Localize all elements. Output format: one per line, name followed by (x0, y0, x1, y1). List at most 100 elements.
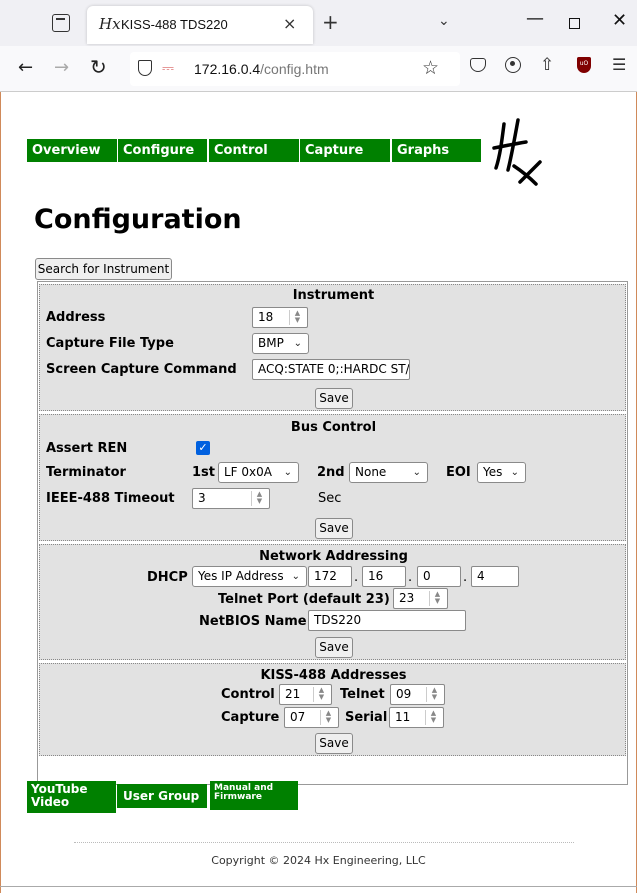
save-kiss-button[interactable]: Save (315, 733, 353, 754)
chevron-down-icon: ⌄ (412, 467, 421, 478)
ip-octet-1-input[interactable]: 172 (308, 566, 352, 587)
first-terminator-select[interactable]: LF 0x0A ⌄ (218, 462, 299, 483)
eoi-label: EOI (446, 465, 471, 480)
timeout-label: IEEE-488 Timeout (46, 491, 175, 506)
capture-file-type-select[interactable]: BMP ⌄ (252, 333, 309, 354)
nav-graphs[interactable]: Graphs (392, 139, 481, 162)
timeout-input[interactable]: 3 ▲ ▼ (192, 488, 270, 509)
telnet-address-input[interactable]: 09 ▲ ▼ (390, 684, 445, 705)
netbios-label: NetBIOS Name (199, 614, 307, 629)
timeout-unit: Sec (318, 491, 342, 506)
telnet-port-input[interactable]: 23 ▲ ▼ (393, 588, 448, 609)
bottom-border (0, 886, 637, 887)
control-address-label: Control (221, 687, 275, 702)
close-icon[interactable]: ✕ (612, 10, 627, 31)
spinner-icon[interactable]: ▲ ▼ (313, 687, 329, 702)
save-network-button[interactable]: Save (315, 637, 353, 658)
spinner-icon[interactable]: ▲ ▼ (429, 591, 445, 606)
address-input[interactable]: 18 ▲ ▼ (252, 307, 308, 328)
ip-dot: . (354, 570, 359, 585)
new-tab-icon[interactable]: + (322, 10, 339, 34)
ublock-icon[interactable]: uO (577, 57, 591, 73)
second-terminator-select[interactable]: None ⌄ (349, 462, 428, 483)
capture-address-input[interactable]: 07 ▲ ▼ (284, 707, 339, 728)
search-instrument-button[interactable]: Search for Instrument (35, 258, 172, 280)
manual-firmware-link[interactable]: Manual and Firmware (210, 781, 298, 810)
ip-octet-4-input[interactable]: 4 (471, 566, 519, 587)
insecure-lock-icon[interactable]: ⎓ (162, 59, 174, 77)
telnet-port-label: Telnet Port (default 23) (218, 592, 390, 607)
save-bus-button[interactable]: Save (315, 518, 353, 539)
kiss-title: KISS-488 Addresses (260, 668, 407, 683)
tab-title: KISS-488 TDS220 (121, 17, 228, 32)
spinner-icon[interactable]: ▲ ▼ (251, 491, 267, 506)
dhcp-select[interactable]: Yes IP Address ⌄ (192, 566, 307, 587)
account-icon[interactable] (505, 57, 521, 73)
chevron-down-icon[interactable]: ⌄ (438, 13, 450, 29)
terminator-label: Terminator (46, 465, 126, 480)
network-title: Network Addressing (259, 549, 408, 564)
ip-octet-3-input[interactable]: 0 (417, 566, 461, 587)
netbios-name-input[interactable]: TDS220 (308, 610, 466, 631)
url-text[interactable]: 172.16.0.4/config.htm (194, 61, 329, 77)
minimize-icon[interactable]: — (526, 8, 544, 29)
user-group-link[interactable]: User Group (117, 784, 207, 808)
copyright-text: Copyright © 2024 Hx Engineering, LLC (211, 854, 426, 867)
kiss-section: KISS-488 Addresses Control 21 ▲ ▼ Telnet 0… (39, 663, 626, 756)
chevron-down-icon: ⌄ (293, 338, 302, 349)
screen-capture-command-label: Screen Capture Command (46, 362, 237, 377)
extensions-icon[interactable]: ⇧ (540, 55, 554, 75)
bus-control-section: Bus Control Assert REN ✓ Terminator 1st … (39, 414, 626, 541)
first-terminator-label: 1st (192, 465, 215, 480)
instrument-title: Instrument (292, 288, 375, 303)
shield-icon[interactable] (138, 60, 152, 76)
hx-logo (492, 118, 542, 186)
network-section: Network Addressing DHCP Yes IP Address ⌄ … (39, 544, 626, 660)
telnet-address-label: Telnet (340, 687, 385, 702)
dhcp-label: DHCP (147, 570, 188, 585)
menu-icon[interactable]: ☰ (612, 55, 626, 74)
assert-ren-label: Assert REN (46, 441, 128, 456)
save-instrument-button[interactable]: Save (315, 388, 353, 409)
page-title: Configuration (34, 204, 242, 235)
star-icon[interactable]: ☆ (422, 57, 439, 79)
capture-address-label: Capture (221, 710, 280, 725)
address-bar[interactable]: ⎓ 172.16.0.4/config.htm ☆ (130, 52, 460, 86)
second-terminator-label: 2nd (317, 465, 345, 480)
footer-divider (74, 842, 574, 843)
capture-file-type-label: Capture File Type (46, 336, 174, 351)
maximize-icon[interactable] (569, 18, 580, 29)
tab-list-icon[interactable] (52, 14, 70, 32)
ip-dot: . (408, 570, 413, 585)
instrument-section: Instrument Address 18 ▲ ▼ Capture File Typ… (39, 284, 626, 411)
reload-icon[interactable]: ↻ (90, 55, 107, 79)
chevron-down-icon: ⌄ (510, 467, 519, 478)
ip-dot: . (463, 570, 468, 585)
chevron-down-icon: ⌄ (291, 571, 300, 582)
screen-capture-command-input[interactable]: ACQ:STATE 0;:HARDC ST/ (252, 359, 410, 380)
ip-octet-2-input[interactable]: 16 (362, 566, 406, 587)
nav-capture[interactable]: Capture (300, 139, 390, 162)
eoi-select[interactable]: Yes ⌄ (477, 462, 526, 483)
address-label: Address (46, 310, 106, 325)
browser-tab[interactable]: Hx KISS-488 TDS220 × (87, 6, 313, 44)
nav-configure[interactable]: Configure (118, 139, 207, 162)
spinner-icon[interactable]: ▲ ▼ (289, 310, 305, 325)
back-icon[interactable]: ← (18, 57, 33, 78)
serial-address-label: Serial (345, 710, 388, 725)
spinner-icon[interactable]: ▲ ▼ (426, 687, 442, 702)
serial-address-input[interactable]: 11 ▲ ▼ (389, 707, 444, 728)
nav-overview[interactable]: Overview (27, 139, 117, 162)
assert-ren-checkbox[interactable]: ✓ (196, 441, 210, 455)
nav-control[interactable]: Control (209, 139, 299, 162)
bus-control-title: Bus Control (290, 420, 377, 435)
browser-tab-bar: Hx KISS-488 TDS220 × + ⌄ — ✕ (0, 0, 637, 46)
spinner-icon[interactable]: ▲ ▼ (425, 710, 441, 725)
close-tab-icon[interactable]: × (283, 14, 296, 33)
spinner-icon[interactable]: ▲ ▼ (320, 710, 336, 725)
youtube-video-link[interactable]: YouTube Video (27, 781, 116, 813)
control-address-input[interactable]: 21 ▲ ▼ (279, 684, 332, 705)
forward-icon[interactable]: → (54, 57, 69, 78)
chevron-down-icon: ⌄ (283, 467, 292, 478)
favicon-icon: Hx (99, 15, 121, 33)
